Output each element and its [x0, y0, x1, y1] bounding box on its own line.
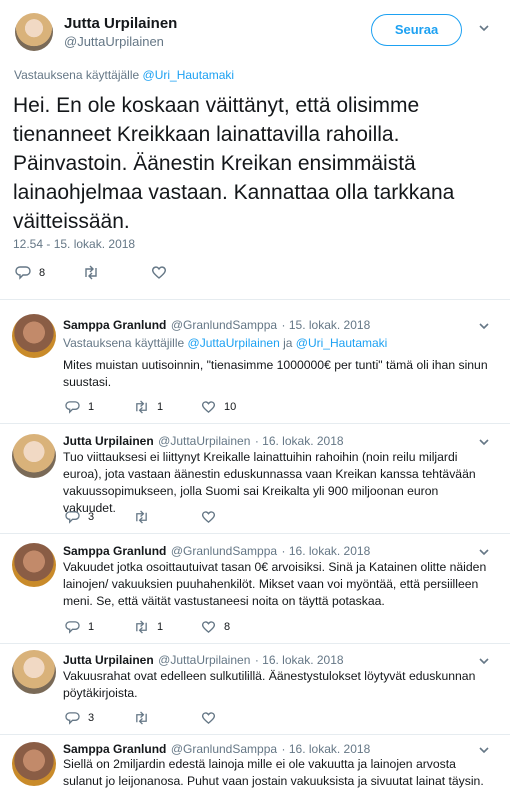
reply-tweet[interactable]: Samppa Granlund @GranlundSamppa · 15. lo…: [0, 300, 510, 423]
reply-icon: [65, 511, 80, 524]
tweet-text: Vakuudet jotka osoittautuivat tasan 0€ a…: [63, 560, 487, 608]
reply-tweet[interactable]: Jutta Urpilainen @JuttaUrpilainen · 16. …: [0, 424, 510, 534]
reply-icon: [65, 712, 80, 725]
reply-icon: [15, 266, 31, 284]
like-button[interactable]: [201, 711, 216, 730]
like-count: 10: [224, 401, 237, 413]
retweet-icon: [136, 400, 147, 414]
reply-count: 1: [88, 401, 95, 413]
like-button[interactable]: 8: [201, 620, 230, 639]
tweet-date[interactable]: · 16. lokak. 2018: [255, 653, 344, 667]
retweet-button[interactable]: 1: [133, 400, 163, 419]
like-button[interactable]: 10: [201, 400, 236, 419]
tweet-date[interactable]: · 16. lokak. 2018: [282, 544, 371, 558]
avatar[interactable]: [12, 314, 56, 358]
chevron-down-icon[interactable]: [478, 22, 490, 37]
like-button[interactable]: [151, 265, 167, 285]
tweet-date[interactable]: · 16. lokak. 2018: [255, 434, 344, 448]
reply-icon: [65, 621, 80, 634]
tweet-text: Siellä on 2miljardin edestä lainoja mill…: [63, 757, 484, 788]
author-name[interactable]: Jutta Urpilainen: [63, 653, 154, 667]
like-button[interactable]: [201, 510, 216, 529]
reply-to-link[interactable]: @JuttaUrpilainen: [188, 336, 280, 350]
author-name[interactable]: Samppa Granlund: [63, 544, 166, 558]
reply-join: ja: [283, 336, 293, 350]
retweet-icon: [136, 510, 147, 524]
reply-tweet[interactable]: Samppa Granlund @GranlundSamppa · 16. lo…: [0, 534, 510, 644]
retweet-icon: [136, 620, 147, 634]
author-name[interactable]: Jutta Urpilainen: [63, 434, 154, 448]
heart-icon: [151, 266, 167, 284]
tweet-text: Tuo viittauksesi ei liittynyt Kreikalle …: [63, 450, 476, 515]
reply-to-link[interactable]: @Uri_Hautamaki: [296, 336, 388, 350]
chevron-down-icon[interactable]: [478, 319, 490, 337]
follow-button[interactable]: Seuraa: [371, 14, 462, 46]
author-name[interactable]: Samppa Granlund: [63, 318, 166, 332]
retweet-count: 1: [157, 621, 164, 633]
retweet-count: 1: [157, 401, 164, 413]
like-count: 8: [224, 621, 231, 633]
timestamp[interactable]: 12.54 - 15. lokak. 2018: [13, 237, 135, 251]
avatar[interactable]: [12, 543, 56, 587]
reply-context: Vastauksena käyttäjille @JuttaUrpilainen…: [63, 336, 387, 350]
heart-icon: [201, 621, 216, 633]
author-name[interactable]: Samppa Granlund: [63, 742, 166, 756]
retweet-button[interactable]: 1: [133, 620, 163, 639]
reply-button[interactable]: 8: [15, 265, 45, 285]
reply-to-link[interactable]: @Uri_Hautamaki: [143, 68, 235, 82]
reply-prefix: Vastauksena käyttäjälle: [14, 68, 140, 82]
reply-count: 3: [88, 511, 95, 523]
retweet-button[interactable]: [133, 510, 150, 529]
tweet-date[interactable]: · 16. lokak. 2018: [282, 742, 371, 756]
reply-button[interactable]: 3: [65, 711, 94, 730]
author-handle[interactable]: @JuttaUrpilainen: [158, 434, 250, 448]
tweet-text: Hei. En ole koskaan väittänyt, että olis…: [13, 94, 455, 233]
reply-button[interactable]: 1: [65, 400, 94, 419]
author-handle[interactable]: @GranlundSamppa: [171, 318, 277, 332]
retweet-icon: [136, 711, 147, 725]
reply-count: 1: [88, 621, 95, 633]
reply-button[interactable]: 1: [65, 620, 94, 639]
author-handle[interactable]: @GranlundSamppa: [171, 742, 277, 756]
author-handle[interactable]: @JuttaUrpilainen: [64, 34, 164, 49]
heart-icon: [201, 511, 216, 523]
author-name[interactable]: Jutta Urpilainen: [64, 15, 177, 32]
heart-icon: [201, 401, 216, 413]
avatar[interactable]: [12, 742, 56, 786]
author-handle[interactable]: @JuttaUrpilainen: [158, 653, 250, 667]
author-handle[interactable]: @GranlundSamppa: [171, 544, 277, 558]
tweet-text: Vakuusrahat ovat edelleen sulkutilillä. …: [63, 669, 476, 700]
reply-prefix: Vastauksena käyttäjille: [63, 336, 185, 350]
tweet-text: Mites muistan uutisoinnin, "tienasimme 1…: [63, 358, 488, 389]
reply-tweet[interactable]: Samppa Granlund @GranlundSamppa · 16. lo…: [0, 735, 510, 805]
retweet-button[interactable]: [82, 265, 100, 285]
avatar[interactable]: [12, 434, 56, 478]
reply-icon: [65, 401, 80, 414]
retweet-icon: [82, 265, 100, 284]
tweet-date[interactable]: · 15. lokak. 2018: [282, 318, 371, 332]
reply-count: 3: [88, 712, 95, 724]
retweet-button[interactable]: [133, 711, 150, 730]
avatar[interactable]: [12, 650, 56, 694]
reply-tweet[interactable]: Jutta Urpilainen @JuttaUrpilainen · 16. …: [0, 644, 510, 734]
reply-count: 8: [39, 267, 46, 279]
reply-button[interactable]: 3: [65, 510, 94, 529]
reply-context: Vastauksena käyttäjälle @Uri_Hautamaki: [14, 68, 234, 82]
avatar[interactable]: [15, 13, 53, 51]
heart-icon: [201, 712, 216, 724]
